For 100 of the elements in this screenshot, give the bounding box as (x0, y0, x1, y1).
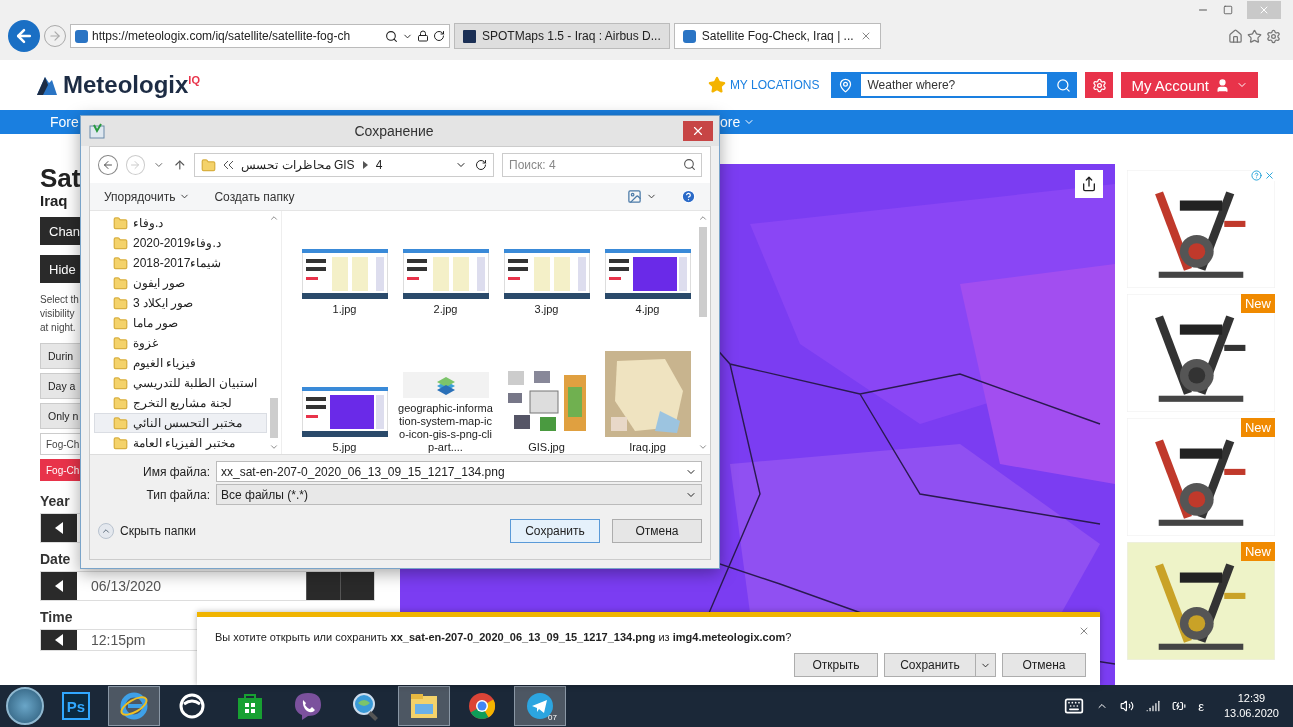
volume-icon[interactable] (1120, 699, 1135, 713)
close-icon (691, 124, 705, 138)
chevrons-icon (224, 161, 234, 169)
up-icon[interactable] (172, 158, 187, 172)
keyboard-icon[interactable] (1064, 696, 1085, 716)
scroll-down-icon[interactable] (269, 442, 279, 452)
folder-icon (113, 255, 128, 271)
folder-item[interactable]: صور ماما (94, 313, 267, 333)
lock-icon (417, 30, 429, 42)
magnifier-globe-icon (351, 691, 381, 721)
folder-item[interactable]: 3 صور ايكلاد (94, 293, 267, 313)
field-label: Year (40, 493, 70, 509)
language-indicator[interactable]: ε (1198, 698, 1204, 714)
gear-icon (1091, 77, 1107, 93)
description-text: Select th visibility at night. (40, 293, 79, 335)
folder-icon (113, 315, 128, 331)
star-icon (707, 76, 726, 94)
dialog-title: Сохранение (353, 123, 435, 139)
new-folder-button[interactable]: Создать папку (214, 189, 295, 204)
refresh-icon[interactable] (433, 30, 445, 42)
folder-icon (113, 355, 128, 371)
browser-tab[interactable]: SPOTMaps 1.5 - Iraq : Airbus D... (454, 23, 670, 49)
folder-item[interactable]: استبيان الطلبة للتدريسي (94, 373, 267, 393)
search-field[interactable]: Weather where? (859, 72, 1050, 98)
address-bar[interactable]: https://meteologix.com/iq/satellite/satellite-fog-ch (70, 24, 450, 48)
url-text: https://meteologix.com/iq/satellite/satellite-fog-ch (92, 29, 351, 43)
restore-icon[interactable] (1223, 5, 1233, 15)
field-label: Time (40, 609, 73, 625)
folder-item[interactable]: مختبر الفيزياء العامة (94, 433, 267, 453)
triangle-left-icon (55, 634, 63, 646)
nav-item[interactable]: ore (720, 114, 756, 130)
separator-icon (362, 161, 368, 169)
badge-count: 07 (548, 713, 557, 722)
folder-icon (113, 435, 128, 451)
settings-button[interactable] (1085, 72, 1114, 98)
my-locations-link[interactable]: MY LOCATIONS (707, 76, 820, 94)
arrow-right-icon (129, 159, 142, 171)
file-item[interactable]: 5.jpg (294, 387, 395, 454)
new-badge: New (1241, 294, 1275, 313)
folder-icon (113, 215, 128, 231)
scroll-thumb[interactable] (270, 398, 278, 438)
folder-item[interactable]: لجنة مشاريع التخرج (94, 393, 267, 413)
photoshop-icon: Ps (62, 692, 90, 720)
folder-icon (113, 415, 128, 431)
folder-icon (409, 692, 439, 720)
folder-item[interactable]: 2020-2019د.وفاء (94, 233, 267, 253)
taskbar-app[interactable]: Ps (50, 686, 102, 726)
star-icon[interactable] (1247, 28, 1262, 44)
folder-icon (113, 375, 128, 391)
close-icon[interactable] (1264, 170, 1275, 181)
store-bag-icon (237, 692, 263, 720)
search-icon[interactable] (385, 29, 398, 43)
browser-e-icon (119, 691, 149, 721)
taskbar-app[interactable]: 07 (514, 686, 566, 726)
folder-item[interactable]: د.وفاء (94, 213, 267, 233)
path-segment[interactable]: محاظرات تحسس GIS (241, 158, 355, 172)
folder-icon (201, 157, 217, 173)
folder-item[interactable]: فيزياء الغيوم (94, 353, 267, 373)
folder-item[interactable]: صور ايفون (94, 273, 267, 293)
folder-item[interactable]: مختبر التحسس النائي (94, 413, 267, 433)
location-pin-icon (837, 77, 853, 93)
search-button[interactable] (1049, 72, 1078, 98)
back-button[interactable] (8, 20, 40, 52)
folder-item[interactable]: غزوة (94, 333, 267, 353)
browser-tab[interactable]: Satellite Fog-Check, Iraq | ... (673, 23, 881, 49)
info-icon[interactable] (1251, 170, 1262, 181)
close-icon (1258, 4, 1270, 16)
field-label: Имя файла: (142, 464, 210, 479)
account-button[interactable]: My Account (1121, 72, 1258, 98)
nav-item[interactable]: Fore (50, 114, 79, 130)
folder-icon (113, 335, 128, 351)
signal-icon[interactable] (1146, 699, 1161, 713)
settings-icon[interactable] (1266, 28, 1281, 44)
scroll-up-icon[interactable] (269, 213, 279, 223)
clock[interactable]: 12:39 13.06.2020 (1215, 691, 1287, 721)
field-label: Date (40, 551, 71, 567)
previous-button[interactable] (41, 630, 77, 650)
site-icon (463, 29, 476, 43)
logo-text: Meteologix$^{IQ}$ (63, 71, 200, 99)
file-item[interactable]: 1.jpg (294, 248, 395, 316)
arrow-left-icon (101, 159, 114, 171)
close-button[interactable] (683, 121, 713, 141)
new-badge: New (1241, 542, 1275, 561)
folder-item[interactable]: 2018-2017شيماء (94, 253, 267, 273)
site-icon (75, 29, 88, 43)
battery-icon[interactable] (1172, 699, 1187, 713)
path-segment[interactable]: 4 (375, 158, 383, 172)
field-label: Тип файла: (145, 487, 210, 502)
hide-folders-button[interactable]: Скрыть папки (98, 523, 196, 539)
start-button[interactable] (6, 687, 44, 725)
site-icon (682, 29, 696, 43)
save-icon (89, 123, 105, 139)
search-icon (1055, 77, 1071, 93)
home-icon[interactable] (1228, 28, 1243, 44)
previous-button[interactable] (41, 514, 77, 542)
organize-button[interactable]: Упорядочить (104, 189, 191, 204)
page-title: Sat (40, 164, 81, 192)
folder-icon (113, 395, 128, 411)
collapse-icon (98, 523, 114, 539)
location-button[interactable] (831, 72, 860, 98)
